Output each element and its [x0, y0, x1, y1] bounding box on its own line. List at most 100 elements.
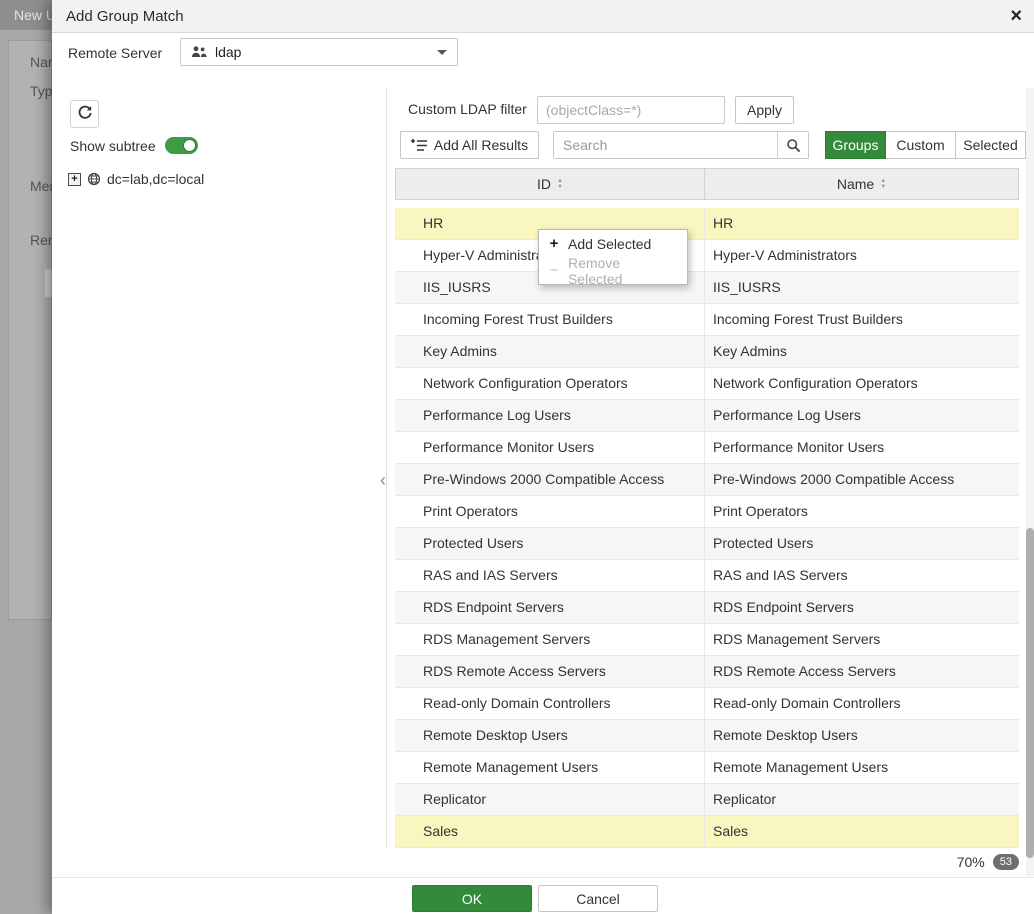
- table-cell-id[interactable]: Replicator: [395, 784, 705, 816]
- table-cell-name[interactable]: Pre-Windows 2000 Compatible Access: [705, 464, 1019, 496]
- collapse-panel-icon[interactable]: ‹: [380, 470, 386, 491]
- table-cell-id[interactable]: Remote Desktop Users: [395, 720, 705, 752]
- view-switcher: Groups Custom Selected: [825, 131, 1026, 159]
- table-cell-id[interactable]: RAS and IAS Servers: [395, 560, 705, 592]
- table-row[interactable]: Performance Log UsersPerformance Log Use…: [395, 400, 1019, 432]
- table-cell-name[interactable]: Performance Monitor Users: [705, 432, 1019, 464]
- table-cell-id[interactable]: Sales: [395, 816, 705, 848]
- search-button[interactable]: [777, 132, 808, 158]
- table-cell-id[interactable]: Performance Monitor Users: [395, 432, 705, 464]
- table-row[interactable]: RDS Endpoint ServersRDS Endpoint Servers: [395, 592, 1019, 624]
- add-group-match-dialog: Add Group Match × Remote Server ldap Sho…: [52, 0, 1034, 914]
- table-row[interactable]: Performance Monitor UsersPerformance Mon…: [395, 432, 1019, 464]
- table-row[interactable]: RDS Remote Access ServersRDS Remote Acce…: [395, 656, 1019, 688]
- table-row[interactable]: Key AdminsKey Admins: [395, 336, 1019, 368]
- plus-icon: +: [548, 235, 560, 252]
- table-cell-name[interactable]: Network Configuration Operators: [705, 368, 1019, 400]
- ldap-filter-input[interactable]: [537, 96, 725, 124]
- table-cell-name[interactable]: IIS_IUSRS: [705, 272, 1019, 304]
- context-menu: + Add Selected − Remove Selected: [538, 229, 688, 285]
- tab-custom[interactable]: Custom: [886, 131, 956, 159]
- table-cell-id[interactable]: Key Admins: [395, 336, 705, 368]
- tab-selected[interactable]: Selected: [956, 131, 1026, 159]
- table-cell-name[interactable]: Protected Users: [705, 528, 1019, 560]
- ldap-filter-label: Custom LDAP filter: [408, 101, 527, 117]
- table-cell-id[interactable]: Remote Management Users: [395, 752, 705, 784]
- table-row[interactable]: RAS and IAS ServersRAS and IAS Servers: [395, 560, 1019, 592]
- table-row[interactable]: Hyper-V AdministratorsHyper-V Administra…: [395, 240, 1019, 272]
- add-all-results-icon: [411, 138, 427, 152]
- table-cell-id[interactable]: Print Operators: [395, 496, 705, 528]
- table-row[interactable]: Print OperatorsPrint Operators: [395, 496, 1019, 528]
- context-menu-remove-label: Remove Selected: [568, 255, 678, 287]
- refresh-icon: [77, 105, 93, 124]
- table-cell-name[interactable]: Remote Desktop Users: [705, 720, 1019, 752]
- table-cell-id[interactable]: Read-only Domain Controllers: [395, 688, 705, 720]
- tab-groups[interactable]: Groups: [825, 131, 886, 159]
- table-cell-name[interactable]: Hyper-V Administrators: [705, 240, 1019, 272]
- table-cell-name[interactable]: RDS Remote Access Servers: [705, 656, 1019, 688]
- table-cell-id[interactable]: RDS Remote Access Servers: [395, 656, 705, 688]
- cancel-button[interactable]: Cancel: [538, 885, 658, 912]
- dialog-title: Add Group Match: [66, 8, 184, 25]
- context-menu-item-remove-selected: − Remove Selected: [539, 257, 687, 284]
- table-cell-name[interactable]: HR: [705, 208, 1019, 240]
- sort-icon: ▲▼: [880, 178, 886, 190]
- panel-splitter: [386, 88, 387, 848]
- table-row[interactable]: HRHR: [395, 208, 1019, 240]
- table-cell-name[interactable]: Print Operators: [705, 496, 1019, 528]
- table-row[interactable]: Incoming Forest Trust BuildersIncoming F…: [395, 304, 1019, 336]
- table-cell-name[interactable]: Key Admins: [705, 336, 1019, 368]
- table-row[interactable]: Network Configuration OperatorsNetwork C…: [395, 368, 1019, 400]
- remote-server-select[interactable]: ldap: [180, 38, 458, 66]
- table-row[interactable]: Remote Desktop UsersRemote Desktop Users: [395, 720, 1019, 752]
- sort-icon: ▲▼: [557, 178, 563, 190]
- scrollbar-thumb[interactable]: [1026, 528, 1034, 858]
- table-cell-name[interactable]: Incoming Forest Trust Builders: [705, 304, 1019, 336]
- table-cell-id[interactable]: Performance Log Users: [395, 400, 705, 432]
- add-all-results-button[interactable]: Add All Results: [400, 131, 539, 159]
- table-row[interactable]: Pre-Windows 2000 Compatible AccessPre-Wi…: [395, 464, 1019, 496]
- show-subtree-row: Show subtree: [70, 137, 198, 154]
- table-cell-name[interactable]: Remote Management Users: [705, 752, 1019, 784]
- refresh-button[interactable]: [70, 100, 99, 128]
- column-header-name[interactable]: Name ▲▼: [704, 168, 1019, 200]
- table-body: HRHRHyper-V AdministratorsHyper-V Admini…: [395, 208, 1019, 848]
- background-tab-label: New U: [14, 7, 56, 23]
- table-cell-name[interactable]: Performance Log Users: [705, 400, 1019, 432]
- show-subtree-label: Show subtree: [70, 138, 156, 154]
- close-icon[interactable]: ×: [1010, 4, 1022, 28]
- table-cell-id[interactable]: Network Configuration Operators: [395, 368, 705, 400]
- column-header-id-label: ID: [537, 176, 551, 192]
- table-cell-id[interactable]: Protected Users: [395, 528, 705, 560]
- table-row[interactable]: Read-only Domain ControllersRead-only Do…: [395, 688, 1019, 720]
- table-row[interactable]: Remote Management UsersRemote Management…: [395, 752, 1019, 784]
- table-row[interactable]: SalesSales: [395, 816, 1019, 848]
- scrollbar-track[interactable]: [1026, 88, 1034, 876]
- tree-expand-icon[interactable]: +: [68, 173, 81, 186]
- apply-button[interactable]: Apply: [735, 96, 794, 124]
- table-cell-name[interactable]: Read-only Domain Controllers: [705, 688, 1019, 720]
- search-input[interactable]: [554, 132, 777, 158]
- table-row[interactable]: IIS_IUSRSIIS_IUSRS: [395, 272, 1019, 304]
- table-cell-id[interactable]: Incoming Forest Trust Builders: [395, 304, 705, 336]
- context-menu-item-add-selected[interactable]: + Add Selected: [539, 230, 687, 257]
- table-row[interactable]: ReplicatorReplicator: [395, 784, 1019, 816]
- table-row[interactable]: RDS Management ServersRDS Management Ser…: [395, 624, 1019, 656]
- toggle-knob: [183, 139, 196, 152]
- table-cell-name[interactable]: Replicator: [705, 784, 1019, 816]
- table-cell-name[interactable]: RAS and IAS Servers: [705, 560, 1019, 592]
- table-cell-id[interactable]: Pre-Windows 2000 Compatible Access: [395, 464, 705, 496]
- table-row[interactable]: Protected UsersProtected Users: [395, 528, 1019, 560]
- ldap-server-icon: [191, 45, 207, 59]
- table-cell-name[interactable]: RDS Endpoint Servers: [705, 592, 1019, 624]
- table-cell-name[interactable]: RDS Management Servers: [705, 624, 1019, 656]
- show-subtree-toggle[interactable]: [165, 137, 198, 154]
- ok-button[interactable]: OK: [412, 885, 532, 912]
- table-cell-id[interactable]: RDS Management Servers: [395, 624, 705, 656]
- column-header-id[interactable]: ID ▲▼: [395, 168, 705, 200]
- table-header: ID ▲▼ Name ▲▼: [395, 168, 1019, 200]
- table-cell-name[interactable]: Sales: [705, 816, 1019, 848]
- tree-node-root[interactable]: + dc=lab,dc=local: [68, 171, 204, 187]
- table-cell-id[interactable]: RDS Endpoint Servers: [395, 592, 705, 624]
